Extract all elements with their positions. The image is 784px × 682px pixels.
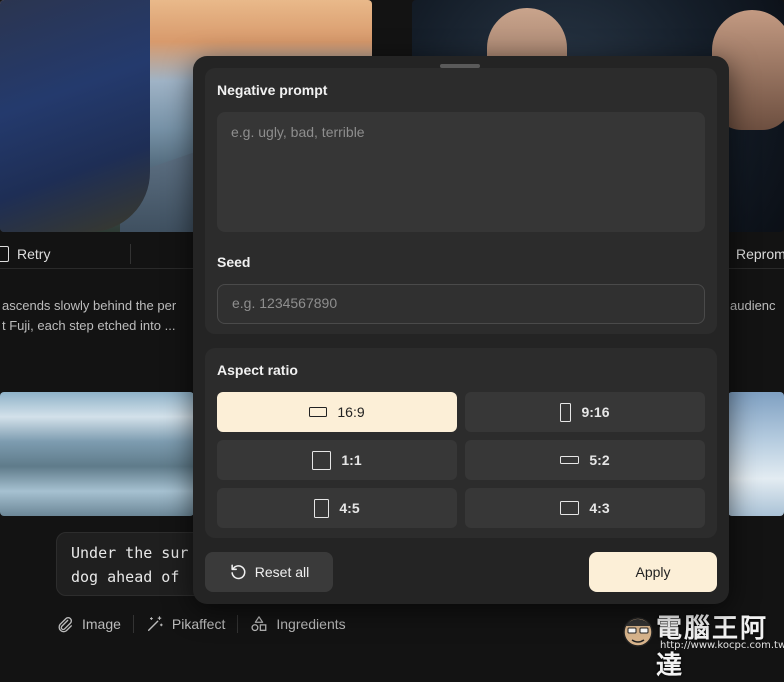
pikaffect-label: Pikaffect — [171, 616, 226, 632]
paperclip-icon — [58, 617, 72, 633]
advanced-settings-modal: Negative prompt e.g. ugly, bad, terrible… — [193, 56, 729, 604]
pikaffect-button[interactable]: Pikaffect — [146, 615, 225, 633]
ingredients-button[interactable]: Ingredients — [250, 615, 346, 633]
ratio-label: 5:2 — [589, 452, 610, 468]
divider — [237, 615, 239, 633]
seed-label: Seed — [217, 254, 251, 270]
caption-line: t Fuji, each step etched into ... — [2, 318, 176, 333]
aspect-option-9-16[interactable]: 9:16 — [465, 392, 705, 432]
reset-icon — [231, 564, 246, 580]
reprompt-button[interactable]: Repromp — [736, 242, 784, 266]
video-thumbnail-lake[interactable] — [0, 392, 194, 516]
ratio-label: 1:1 — [341, 452, 362, 468]
video-caption-right: audienc — [730, 296, 784, 316]
shapes-icon — [251, 616, 267, 632]
hiker-figure — [0, 0, 150, 232]
ratio-label: 4:3 — [589, 500, 610, 516]
reset-label: Reset all — [254, 564, 310, 580]
magic-wand-icon — [147, 616, 163, 632]
retry-label: Retry — [17, 246, 51, 262]
prompt-settings-panel: Negative prompt e.g. ugly, bad, terrible… — [205, 68, 717, 334]
ratio-4-3-icon — [560, 501, 580, 515]
caption-line: ascends slowly behind the per — [2, 298, 177, 313]
apply-label: Apply — [635, 564, 671, 580]
aspect-ratio-label: Aspect ratio — [217, 362, 298, 378]
aspect-option-5-2[interactable]: 5:2 — [465, 440, 705, 480]
negative-prompt-label: Negative prompt — [217, 82, 328, 98]
divider — [0, 268, 194, 269]
ratio-4-5-icon — [314, 498, 330, 518]
retry-button[interactable]: Retry — [0, 242, 50, 266]
watermark-url: http://www.kocpc.com.tw — [660, 640, 784, 651]
apply-button[interactable]: Apply — [589, 552, 717, 592]
reprompt-label: Repromp — [736, 246, 784, 262]
aspect-option-16-9[interactable]: 16:9 — [217, 392, 457, 432]
reset-all-button[interactable]: Reset all — [205, 552, 333, 592]
divider — [130, 244, 131, 264]
video-caption-left: ascends slowly behind the per t Fuji, ea… — [2, 296, 192, 336]
aspect-ratio-panel: Aspect ratio 16:9 9:16 1:1 5:2 4:5 4:3 — [205, 348, 717, 538]
aspect-option-4-5[interactable]: 4:5 — [217, 488, 457, 528]
ratio-label: 9:16 — [581, 404, 610, 420]
video-thumbnail-snow[interactable] — [728, 392, 784, 516]
divider — [728, 268, 784, 269]
negative-prompt-input[interactable]: e.g. ugly, bad, terrible — [217, 112, 705, 232]
mascot-logo — [623, 617, 653, 647]
aspect-option-1-1[interactable]: 1:1 — [217, 440, 457, 480]
retry-icon — [0, 246, 9, 262]
ratio-label: 4:5 — [339, 500, 360, 516]
divider — [132, 615, 134, 633]
watermark: 電腦王阿達 http://www.kocpc.com.tw — [620, 606, 784, 681]
caption-line: audienc — [730, 298, 776, 313]
ingredients-label: Ingredients — [276, 616, 346, 632]
prompt-toolbar: Image Pikaffect Ingredients — [56, 612, 346, 636]
aspect-option-4-3[interactable]: 4:3 — [465, 488, 705, 528]
seed-input[interactable]: e.g. 1234567890 — [217, 284, 705, 324]
ratio-label: 16:9 — [337, 404, 365, 420]
image-button[interactable]: Image — [56, 615, 121, 633]
image-label: Image — [82, 616, 121, 632]
ratio-1-1-icon — [312, 450, 332, 470]
ratio-9-16-icon — [560, 402, 572, 422]
ratio-16-9-icon — [309, 407, 328, 417]
ratio-5-2-icon — [560, 456, 580, 464]
